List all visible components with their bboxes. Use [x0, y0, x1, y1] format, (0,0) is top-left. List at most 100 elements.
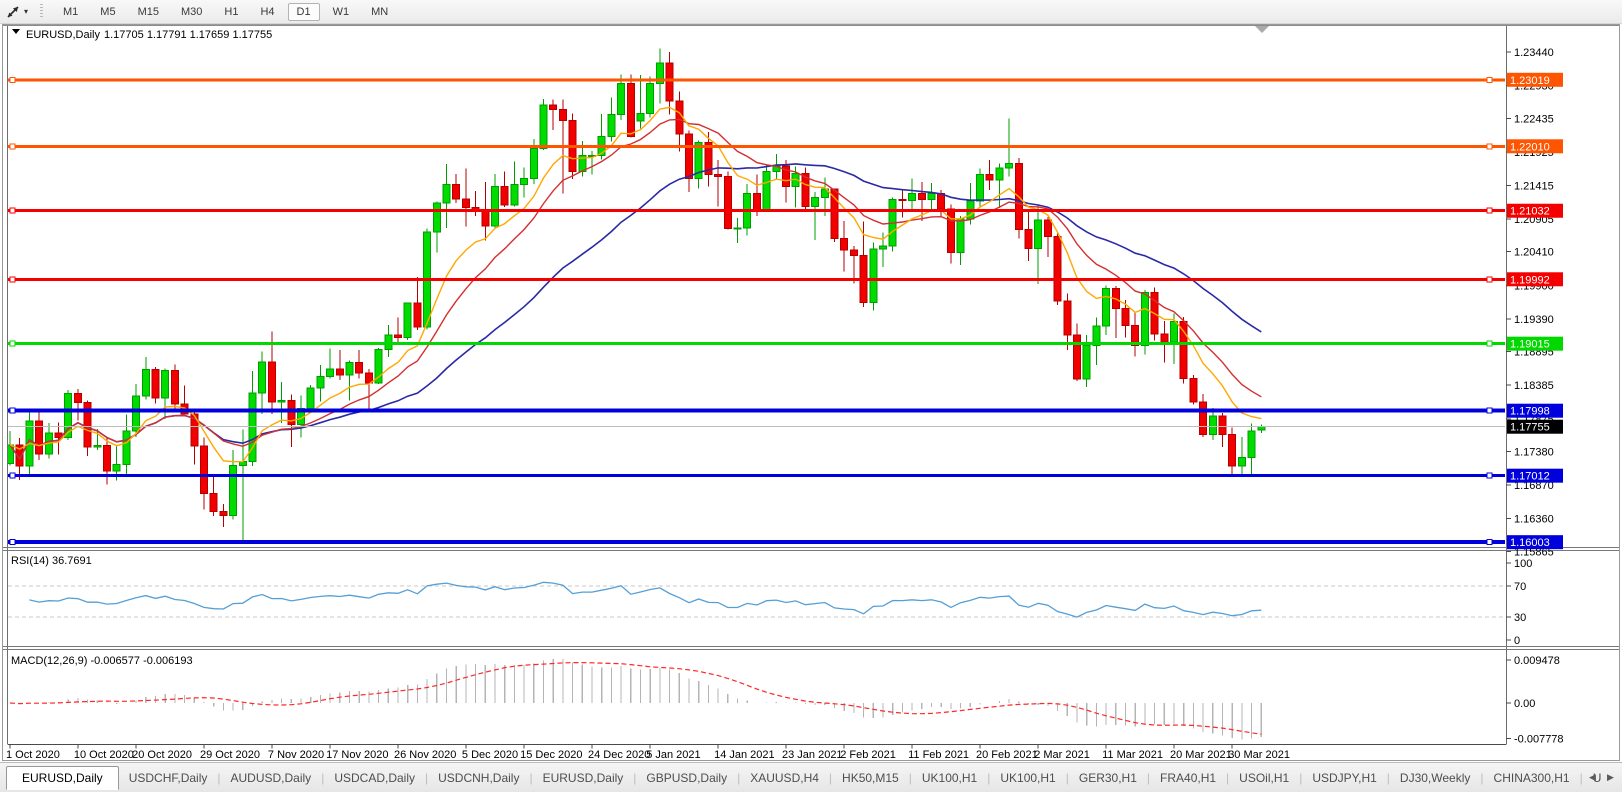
chart-tab-ger30-h1[interactable]: GER30,H1	[1069, 771, 1147, 785]
line-handle[interactable]	[1487, 341, 1492, 346]
macd-label: MACD(12,26,9) -0.006577 -0.006193	[11, 655, 193, 667]
date-label: 10 Oct 2020	[74, 749, 134, 761]
date-label: 29 Oct 2020	[200, 749, 260, 761]
tabs-scroll-right-button[interactable]: ▶	[1603, 769, 1618, 787]
candle-body	[268, 362, 275, 402]
price-tag-label: 1.21032	[1510, 206, 1550, 218]
timeframe-m5-button[interactable]: M5	[91, 3, 124, 21]
candle-body	[365, 373, 372, 383]
chart-tab-xauusd-h4[interactable]: XAUUSD,H4	[740, 771, 829, 785]
chart-canvas[interactable]: 1.234401.229301.224351.219251.214151.209…	[0, 24, 1622, 762]
timeframe-m15-button[interactable]: M15	[129, 3, 168, 21]
chart-tab-eurusd-daily[interactable]: EURUSD,Daily	[533, 771, 634, 785]
line-handle[interactable]	[1487, 277, 1492, 282]
line-handle[interactable]	[10, 408, 15, 413]
timeframe-d1-button[interactable]: D1	[288, 3, 320, 21]
chart-tab-usdcad-daily[interactable]: USDCAD,Daily	[324, 771, 425, 785]
line-handle[interactable]	[1487, 540, 1492, 545]
chart-tab-fra40-h1[interactable]: FRA40,H1	[1150, 771, 1226, 785]
line-handle[interactable]	[10, 77, 15, 82]
chart-tab-usoil-h1[interactable]: USOil,H1	[1229, 771, 1299, 785]
tool-dropdown-arrow-icon[interactable]: ▾	[24, 7, 28, 16]
candle-body	[1025, 229, 1032, 248]
line-handle[interactable]	[1487, 77, 1492, 82]
date-label: 5 Jan 2021	[646, 749, 700, 761]
tab-scroll-arrows: ◀ ▶	[1585, 769, 1618, 787]
candle-body	[385, 335, 392, 349]
candle-body	[521, 179, 528, 185]
candle-body	[812, 198, 819, 207]
candle-body	[1229, 434, 1236, 466]
timeframe-h1-button[interactable]: H1	[215, 3, 247, 21]
candle-body	[94, 445, 101, 446]
line-handle[interactable]	[10, 540, 15, 545]
timeframe-m30-button[interactable]: M30	[172, 3, 211, 21]
tabs-scroll-left-button[interactable]: ◀	[1585, 769, 1600, 787]
date-label: 24 Dec 2020	[588, 749, 650, 761]
line-handle[interactable]	[10, 208, 15, 213]
candle-body	[113, 465, 120, 472]
line-handle[interactable]	[10, 473, 15, 478]
line-handle[interactable]	[10, 144, 15, 149]
candle-body	[1248, 431, 1255, 457]
date-label: 2 Mar 2021	[1034, 749, 1090, 761]
date-label: 1 Oct 2020	[6, 749, 60, 761]
chart-tab-eurusd-daily[interactable]: EURUSD,Daily	[6, 766, 119, 790]
candle-body	[909, 194, 916, 201]
candle-body	[1161, 334, 1168, 342]
chart-tab-uk100-h1[interactable]: UK100,H1	[990, 771, 1065, 785]
date-label: 14 Jan 2021	[714, 749, 775, 761]
cursor-tool-button[interactable]: ▾	[4, 2, 30, 21]
candle-body	[734, 228, 741, 229]
candle-body	[1044, 220, 1051, 236]
chart-tab-usdchf-daily[interactable]: USDCHF,Daily	[119, 771, 218, 785]
chart-title-symbol: EURUSD,Daily	[26, 29, 100, 41]
date-label: 15 Dec 2020	[520, 749, 582, 761]
cursor-tool-icon	[6, 4, 21, 19]
price-tag-label: 1.17012	[1510, 471, 1550, 483]
line-handle[interactable]	[1487, 208, 1492, 213]
price-tag-label: 1.16003	[1510, 537, 1550, 549]
timeframe-w1-button[interactable]: W1	[324, 3, 359, 21]
candle-body	[230, 465, 237, 515]
candle-body	[404, 303, 411, 337]
candle-body	[1171, 322, 1178, 342]
candle-body	[1122, 308, 1129, 325]
line-handle[interactable]	[10, 341, 15, 346]
candle-body	[880, 246, 887, 249]
candle-body	[1238, 457, 1245, 466]
timeframe-group: M1M5 M15M30H1H4 D1W1MN	[52, 3, 399, 21]
date-label: 5 Dec 2020	[462, 749, 518, 761]
chart-tab-gbpusd-daily[interactable]: GBPUSD,Daily	[636, 771, 737, 785]
candle-body	[210, 494, 217, 512]
chart-tab-usdjpy-h1[interactable]: USDJPY,H1	[1302, 771, 1386, 785]
chart-tab-uk100-h1[interactable]: UK100,H1	[912, 771, 987, 785]
candle-body	[627, 84, 634, 137]
candle-body	[957, 219, 964, 253]
candle-body	[559, 109, 566, 120]
date-label: 7 Nov 2020	[268, 749, 324, 761]
candle-body	[356, 362, 363, 373]
line-handle[interactable]	[10, 277, 15, 282]
timeframe-mn-button[interactable]: MN	[362, 3, 397, 21]
candle-body	[753, 194, 760, 210]
candle-body	[74, 393, 81, 402]
rsi-axis-label: 100	[1514, 558, 1532, 570]
candle-body	[763, 171, 770, 209]
macd-axis-label: 0.00	[1514, 698, 1535, 710]
candle-body	[977, 175, 984, 201]
chart-window-border	[3, 25, 1620, 761]
timeframe-m1-button[interactable]: M1	[54, 3, 87, 21]
timeframe-h4-button[interactable]: H4	[251, 3, 283, 21]
price-tag-label: 1.17755	[1510, 422, 1550, 434]
macd-axis-label: -0.007778	[1514, 733, 1564, 745]
chart-tab-audusd-daily[interactable]: AUDUSD,Daily	[221, 771, 322, 785]
chart-tab-china300-h1[interactable]: CHINA300,H1	[1484, 771, 1580, 785]
line-handle[interactable]	[1487, 144, 1492, 149]
chart-tab-hk50-m15[interactable]: HK50,M15	[832, 771, 909, 785]
chart-tab-usdcnh-daily[interactable]: USDCNH,Daily	[428, 771, 529, 785]
line-handle[interactable]	[1487, 408, 1492, 413]
chart-tab-dj30-weekly[interactable]: DJ30,Weekly	[1390, 771, 1480, 785]
candle-body	[996, 168, 1003, 180]
line-handle[interactable]	[1487, 473, 1492, 478]
